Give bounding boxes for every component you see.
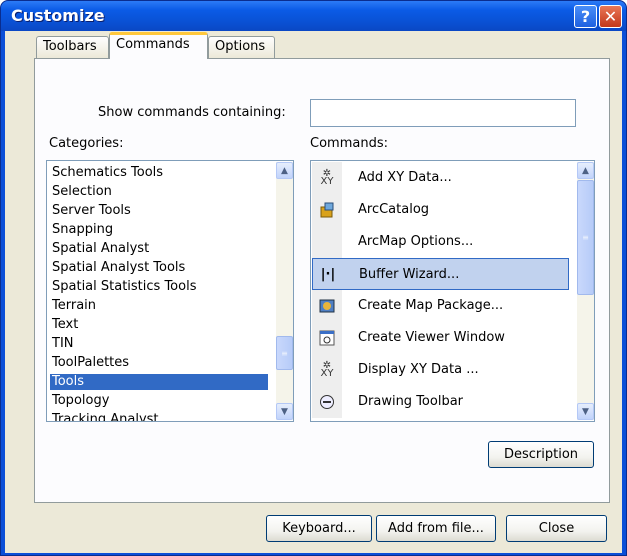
- command-label: ArcMap Options...: [358, 234, 474, 249]
- add-from-file-button[interactable]: Add from file...: [376, 515, 496, 542]
- category-item[interactable]: Text: [50, 317, 78, 333]
- arccatalog-icon: [319, 202, 335, 218]
- command-item[interactable]: Create Map Package...: [312, 290, 569, 322]
- category-item[interactable]: TIN: [50, 336, 74, 352]
- category-item[interactable]: Schematics Tools: [50, 165, 163, 181]
- command-label: Add XY Data...: [358, 170, 452, 185]
- category-item[interactable]: Tracking Analyst: [50, 412, 159, 421]
- command-label: Create Viewer Window: [358, 330, 505, 345]
- title-bar[interactable]: Customize ? ✕: [1, 1, 626, 31]
- command-item[interactable]: ✲ XY Display XY Data ...: [312, 354, 569, 386]
- close-button[interactable]: Close: [506, 515, 607, 542]
- drawing-toolbar-icon: [319, 394, 335, 410]
- tab-commands-label: Commands: [116, 37, 190, 52]
- category-item[interactable]: Server Tools: [50, 203, 131, 219]
- buffer-wizard-icon: |·|: [320, 267, 336, 282]
- scroll-thumb[interactable]: ≡: [577, 180, 594, 295]
- category-item[interactable]: Topology: [50, 393, 109, 409]
- category-item[interactable]: Spatial Analyst: [50, 241, 149, 257]
- categories-scrollbar[interactable]: ▲ ≡ ▼: [276, 162, 293, 420]
- category-item-selected[interactable]: Tools: [50, 374, 268, 390]
- command-item[interactable]: ✲ XY Add XY Data...: [312, 162, 569, 194]
- map-package-icon: [319, 298, 335, 314]
- tab-toolbars-label: Toolbars: [43, 39, 97, 54]
- tab-commands[interactable]: Commands: [109, 32, 208, 59]
- commands-list[interactable]: ✲ XY Add XY Data... ArcCatalog ArcMap Opt…: [310, 160, 595, 422]
- commands-label: Commands:: [310, 136, 388, 151]
- tab-options-label: Options: [215, 39, 266, 54]
- command-label: Create Map Package...: [358, 298, 504, 313]
- command-label: ArcCatalog: [358, 202, 430, 217]
- filter-label: Show commands containing:: [98, 105, 286, 120]
- xy-data-icon: ✲ XY: [320, 168, 334, 187]
- command-item[interactable]: ArcCatalog: [312, 194, 569, 226]
- category-item[interactable]: Snapping: [50, 222, 113, 238]
- dialog-title: Customize: [11, 6, 105, 25]
- command-item-selected[interactable]: |·| Buffer Wizard...: [312, 258, 569, 290]
- scroll-up-icon[interactable]: ▲: [577, 162, 594, 179]
- tab-options[interactable]: Options: [208, 36, 275, 58]
- category-item[interactable]: Spatial Analyst Tools: [50, 260, 185, 276]
- keyboard-button[interactable]: Keyboard...: [266, 515, 372, 542]
- customize-dialog: Customize ? ✕ Toolbars Commands Options …: [0, 0, 627, 556]
- command-item[interactable]: Create Viewer Window: [312, 322, 569, 354]
- viewer-window-icon: [319, 330, 335, 346]
- category-item[interactable]: Selection: [50, 184, 112, 200]
- help-button[interactable]: ?: [574, 5, 597, 28]
- command-item[interactable]: ArcMap Options...: [312, 226, 569, 258]
- category-item[interactable]: Spatial Statistics Tools: [50, 279, 196, 295]
- category-item[interactable]: Terrain: [50, 298, 96, 314]
- commands-scrollbar[interactable]: ▲ ≡ ▼: [577, 162, 594, 420]
- scroll-up-icon[interactable]: ▲: [276, 162, 293, 179]
- command-item[interactable]: Drawing Toolbar: [312, 386, 569, 418]
- scroll-thumb[interactable]: ≡: [276, 336, 293, 370]
- close-window-button[interactable]: ✕: [599, 5, 622, 28]
- scroll-down-icon[interactable]: ▼: [577, 403, 594, 420]
- xy-data-icon: ✲ XY: [320, 360, 334, 379]
- tab-toolbars[interactable]: Toolbars: [36, 36, 109, 58]
- command-label: Buffer Wizard...: [359, 267, 460, 282]
- filter-input[interactable]: [310, 99, 576, 127]
- categories-label: Categories:: [49, 136, 124, 151]
- category-item[interactable]: ToolPalettes: [50, 355, 129, 371]
- scroll-down-icon[interactable]: ▼: [276, 403, 293, 420]
- description-button[interactable]: Description: [488, 441, 594, 468]
- command-label: Display XY Data ...: [358, 362, 479, 377]
- categories-list[interactable]: Schematics Tools Selection Server Tools …: [46, 160, 294, 422]
- command-label: Drawing Toolbar: [358, 394, 464, 409]
